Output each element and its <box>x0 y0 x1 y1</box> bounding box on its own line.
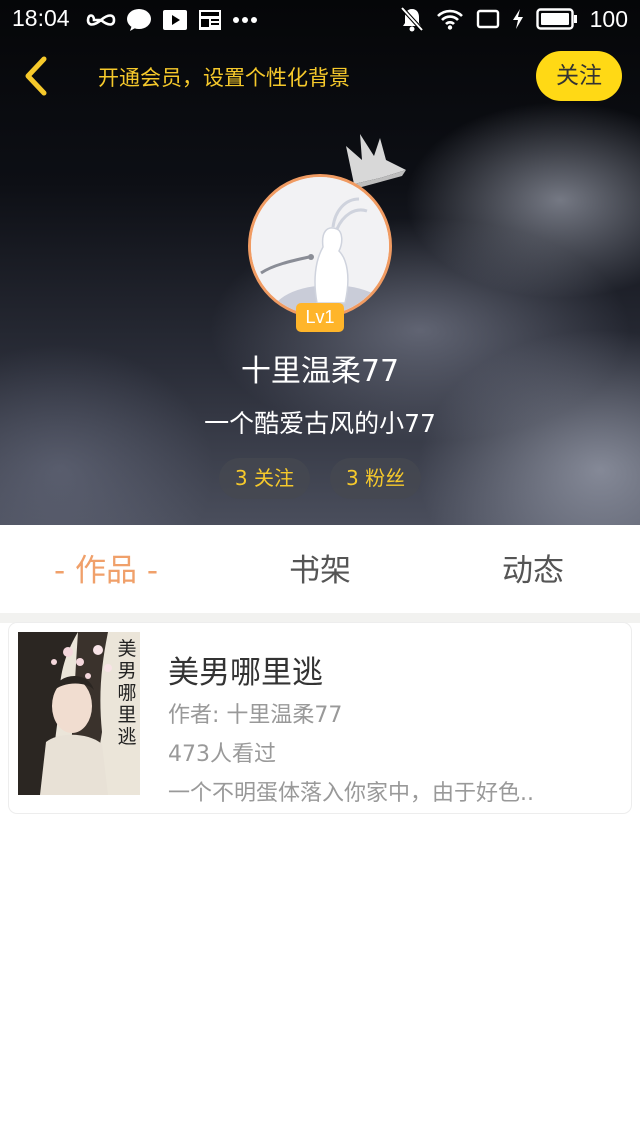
work-view-count: 473人看过 <box>168 742 276 767</box>
username: 十里温柔77 <box>240 354 400 389</box>
profile-tabs: - 作品 - 书架 动态 <box>0 525 640 613</box>
profile-page: 18:04 100 开通会员，设置个性化背景 关注 Lv1 十里温柔77 一个酷… <box>0 0 640 1138</box>
tab-activity[interactable]: 动态 <box>483 525 583 613</box>
tab-works[interactable]: - 作品 - <box>44 525 168 613</box>
work-author: 作者: 十里温柔77 <box>168 703 343 728</box>
avatar[interactable] <box>248 174 392 318</box>
back-button[interactable] <box>14 52 58 100</box>
vip-background-link[interactable]: 开通会员，设置个性化背景 <box>98 62 350 92</box>
work-card[interactable]: 美男哪里逃 美男哪里逃 作者: 十里温柔77 473人看过 一个不明蛋体落入你家… <box>9 623 631 813</box>
status-notification-icons <box>86 7 258 33</box>
status-system-icons: 100 <box>400 5 628 33</box>
section-divider <box>0 613 640 623</box>
battery-icon <box>535 8 577 30</box>
battery-level: 100 <box>589 5 628 32</box>
play-icon <box>163 10 187 30</box>
signature: 一个酷爱古风的小77 <box>204 409 436 438</box>
mute-icon <box>400 6 424 32</box>
status-time: 18:04 <box>12 5 70 31</box>
tab-bookshelf[interactable]: 书架 <box>270 525 370 613</box>
wifi-icon <box>436 9 463 30</box>
screen-rotate-icon <box>476 9 499 29</box>
chat-bubble-icon <box>127 9 151 31</box>
chevron-left-icon <box>25 56 47 96</box>
following-count-button[interactable]: 3 关注 <box>218 458 310 499</box>
profile-header: 18:04 100 开通会员，设置个性化背景 关注 Lv1 十里温柔77 一个酷… <box>0 0 640 525</box>
work-title: 美男哪里逃 <box>168 655 323 691</box>
news-icon <box>199 10 221 30</box>
follow-stats: 3 关注 3 粉丝 <box>0 458 640 499</box>
book-cover: 美男哪里逃 <box>18 632 140 795</box>
more-dots-icon <box>233 17 257 23</box>
followers-count-button[interactable]: 3 粉丝 <box>330 458 422 499</box>
status-bar: 18:04 100 <box>0 0 640 40</box>
work-description: 一个不明蛋体落入你家中，由于好色.. <box>168 781 534 806</box>
infinity-icon <box>86 14 116 26</box>
follow-button[interactable]: 关注 <box>536 51 622 101</box>
level-badge: Lv1 <box>296 303 344 332</box>
charging-icon <box>512 9 523 29</box>
avatar-image <box>251 177 389 315</box>
works-list: 美男哪里逃 美男哪里逃 作者: 十里温柔77 473人看过 一个不明蛋体落入你家… <box>0 623 640 1138</box>
book-cover-title: 美男哪里逃 <box>117 638 137 748</box>
